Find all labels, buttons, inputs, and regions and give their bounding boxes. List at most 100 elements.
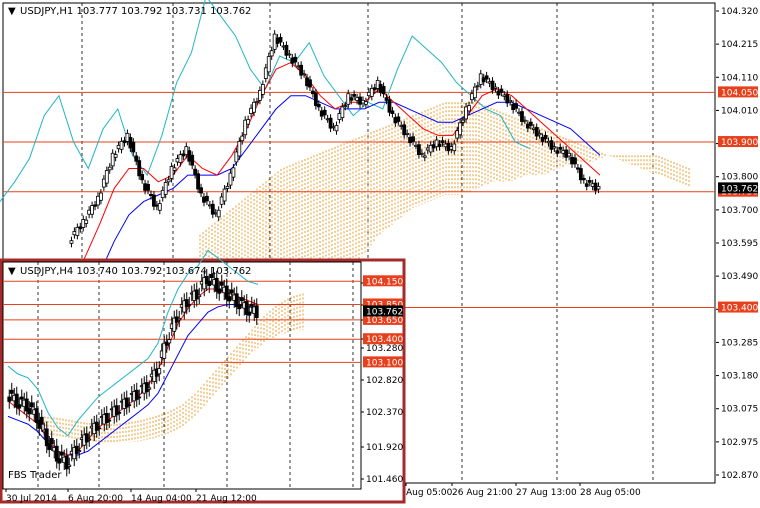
main-candle-body <box>308 79 312 88</box>
main-candle-body <box>349 97 354 101</box>
main-candle-body <box>461 119 465 123</box>
main-candle-body <box>146 184 150 191</box>
main-candle-body <box>225 185 230 189</box>
main-candle-body <box>252 101 256 113</box>
main-ytick-label: 103.285 <box>721 338 758 348</box>
inset-ytick-label: 102.370 <box>366 408 403 418</box>
main-ytick-label: 103.075 <box>721 405 758 415</box>
inset-candle-body <box>27 408 32 415</box>
main-candle-body <box>107 166 112 171</box>
inset-candle-body <box>59 451 64 456</box>
main-current-price-label: 103.762 <box>721 184 758 194</box>
main-candle-body <box>104 170 109 184</box>
inset-ytick-label: 102.820 <box>366 376 403 386</box>
main-candle-body <box>437 143 442 148</box>
main-candle-body <box>514 103 518 109</box>
main-candle-body <box>99 192 103 201</box>
inset-candle-body <box>57 458 62 464</box>
main-ytick-label: 104.110 <box>721 73 758 83</box>
main-candle-body <box>405 133 410 135</box>
main-candle-body <box>484 75 489 80</box>
inset-candle-body <box>84 433 89 443</box>
main-symbol-arrow: ▼ <box>8 6 16 17</box>
inset-candle-body <box>144 382 149 393</box>
main-candle-body <box>255 101 259 104</box>
main-candle-body <box>216 209 221 218</box>
main-candle-body <box>343 105 348 108</box>
inset-candle-body <box>97 427 102 430</box>
inset-candle-body <box>217 288 222 294</box>
inset-candle-body <box>197 294 202 297</box>
main-candle-body <box>269 50 274 57</box>
main-candle-body <box>390 110 395 114</box>
inset-candle-body <box>157 368 162 375</box>
main-ytick-label: 102.975 <box>721 438 758 448</box>
inset-xtick-label: 30 Jul 2014 <box>6 494 57 504</box>
main-candle-body <box>246 119 251 125</box>
inset-candle-body <box>117 412 122 414</box>
inset-candle-body <box>227 296 232 302</box>
inset-candle-body <box>237 303 242 310</box>
main-candle-body <box>316 103 321 108</box>
main-chart-title: USDJPY,H1 103.777 103.792 103.731 103.76… <box>20 6 251 17</box>
main-candle-body <box>499 88 504 93</box>
main-candle-body <box>69 240 74 244</box>
inset-candle-body <box>87 438 92 441</box>
main-xtick-label: Aug 05:00 <box>406 488 453 498</box>
main-candle-body <box>452 143 457 152</box>
main-candle-body <box>131 141 136 153</box>
main-candle-body <box>113 154 118 158</box>
main-candle-body <box>472 86 477 99</box>
main-candle-body <box>266 56 271 73</box>
inset-candle-body <box>49 438 54 445</box>
main-ytick-label: 103.490 <box>721 272 758 282</box>
inset-candle-body <box>194 289 199 300</box>
main-ytick-label: 103.180 <box>721 372 758 382</box>
inset-candle-body <box>74 445 79 454</box>
main-candle-body <box>419 152 424 155</box>
main-candle-body <box>190 154 195 166</box>
inset-chart-title: USDJPY,H4 103.740 103.792 103.674 103.76… <box>20 266 251 277</box>
main-candle-body <box>84 219 89 224</box>
main-candle-body <box>381 86 386 95</box>
inset-chart[interactable]: ▼ USDJPY,H4 103.740 103.792 103.674 103.… <box>0 249 406 504</box>
inset-watermark: FBS Trader <box>8 470 62 481</box>
main-candle-body <box>555 150 560 154</box>
main-candle-body <box>260 84 265 95</box>
main-candle-body <box>587 180 592 183</box>
inset-candle-body <box>7 396 12 402</box>
inset-candle-body <box>137 396 142 399</box>
main-candle-body <box>287 53 292 56</box>
main-candle-body <box>352 93 357 97</box>
main-candle-body <box>573 157 577 165</box>
main-level-tag-label: 103.400 <box>721 304 758 314</box>
inset-candle-body <box>167 339 172 344</box>
main-xtick-label: 27 Aug 13:00 <box>516 488 577 498</box>
main-price-axis[interactable]: 104.320104.215104.110104.010103.905103.8… <box>716 7 758 481</box>
inset-xtick-label: 6 Aug 20:00 <box>68 494 123 504</box>
main-candle-body <box>508 99 513 103</box>
main-ytick-label: 102.870 <box>721 471 758 481</box>
inset-candle-body <box>39 416 44 425</box>
main-candle-body <box>567 152 571 157</box>
main-candle-body <box>278 37 283 43</box>
main-candle-body <box>137 160 142 177</box>
main-candle-body <box>440 140 445 144</box>
main-candle-body <box>172 167 177 171</box>
main-candle-body <box>237 140 242 157</box>
main-candle-body <box>596 185 601 190</box>
main-candle-body <box>222 188 227 202</box>
main-xtick-label: 28 Aug 05:00 <box>580 488 641 498</box>
main-level-tag-label: 104.050 <box>721 88 758 98</box>
main-candle-body <box>302 73 306 76</box>
inset-candle-body <box>9 389 14 394</box>
main-candle-body <box>196 173 200 190</box>
inset-candle-body <box>229 289 234 294</box>
main-candle-body <box>581 178 586 181</box>
inset-ytick-label: 101.920 <box>366 443 403 453</box>
main-candle-body <box>458 122 463 136</box>
inset-candle-body <box>127 404 132 407</box>
chart-root: ▼ USDJPY,H1 103.777 103.792 103.731 103.… <box>0 0 760 504</box>
main-candle-body <box>240 135 245 142</box>
main-candle-body <box>422 155 427 158</box>
